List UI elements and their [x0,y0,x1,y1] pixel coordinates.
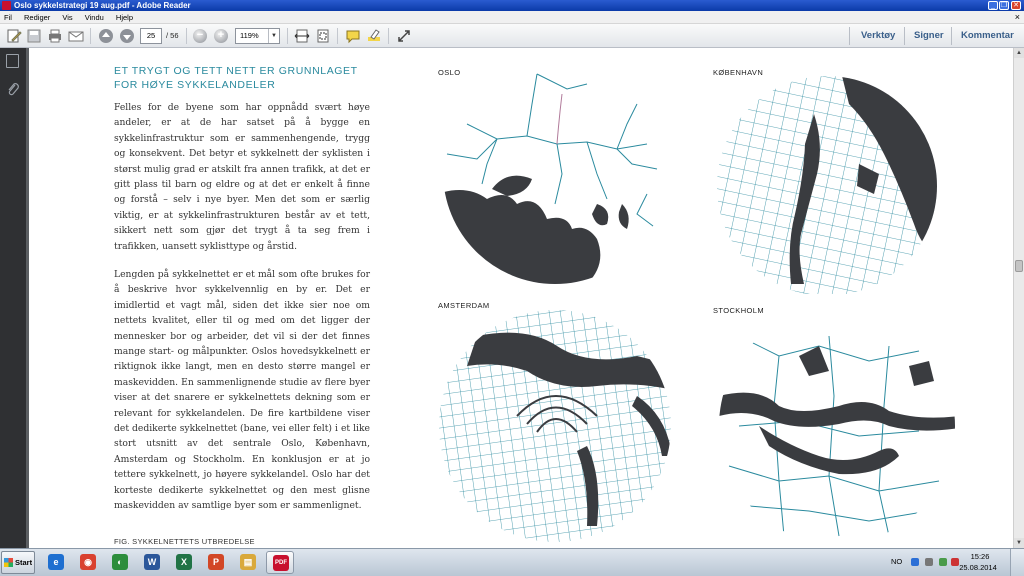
zoom-select[interactable]: 119% ▼ [235,28,280,44]
toolbar-separator [849,27,850,45]
menu-bar: Fil Rediger Vis Vindu Hjelp × [0,11,1024,24]
figure-caption: FIG. SYKKELNETTETS UTBREDELSE [114,537,255,546]
comment-button[interactable]: Kommentar [961,29,1014,43]
map-kobenhavn [717,76,937,294]
adobe-reader-icon: PDF [273,555,289,571]
page-down-icon[interactable] [119,28,135,44]
close-button[interactable]: ✕ [1011,1,1021,10]
taskbar-app-button[interactable]: ◉ [74,551,102,574]
scroll-thumb[interactable] [1015,260,1023,272]
taskbar-app-button[interactable]: PDF [266,551,294,574]
scroll-down-arrow[interactable]: ▼ [1014,538,1024,548]
word-icon: W [144,554,160,570]
taskbar-app-button[interactable]: P [202,551,230,574]
save-icon[interactable] [26,28,42,44]
internet-explorer-icon: e [48,554,64,570]
powerpoint-icon: P [208,554,224,570]
excel-icon: X [176,554,192,570]
toolbar-separator [388,28,389,44]
chrome-icon: ◉ [80,554,96,570]
menu-window[interactable]: Vindu [85,13,104,22]
toolbar-separator [904,27,905,45]
page-up-icon[interactable] [98,28,114,44]
chevron-down-icon[interactable]: ▼ [268,29,279,43]
toolbar-separator [90,28,91,44]
start-button[interactable]: Start [1,551,35,574]
clock-date[interactable]: 25.08.2014 [956,563,1000,572]
signal-icon[interactable] [939,558,947,566]
sign-button[interactable]: Signer [914,29,944,43]
fit-page-icon[interactable] [315,28,331,44]
menu-help[interactable]: Hjelp [116,13,133,22]
map-oslo [443,73,658,284]
taskbar-app-button[interactable]: e [42,551,70,574]
tools-button[interactable]: Verktøy [861,29,895,43]
system-tray: NO 15:26 25.08.2014 [889,549,1024,576]
taskbar-app-button[interactable]: ▤ [234,551,262,574]
body-paragraph-2: Lengden på sykkelnettet er et mål som of… [114,269,370,512]
network-icon[interactable] [911,558,919,566]
map-label-stockholm: STOCKHOLM [713,306,764,315]
comment-icon[interactable] [345,28,361,44]
scroll-up-arrow[interactable]: ▲ [1014,48,1024,58]
page-total: / 56 [166,31,179,40]
vertical-scrollbar[interactable]: ▲ ▼ [1013,48,1024,548]
zoom-in-icon: + [217,29,225,41]
fullscreen-icon[interactable] [396,28,412,44]
body-paragraph-1: Felles for de byene som har oppnådd svær… [114,102,370,252]
toolbar-separator [186,28,187,44]
menu-file[interactable]: Fil [4,13,12,22]
zoom-in-button[interactable]: + [214,29,228,43]
fit-width-icon[interactable] [294,28,310,44]
taskbar-app-button[interactable]: X [170,551,198,574]
toolbar-separator [337,28,338,44]
window-title: Oslo sykkelstrategi 19 aug.pdf - Adobe R… [14,1,191,10]
clock-time[interactable]: 15:26 [960,552,1000,561]
start-label: Start [15,558,33,567]
zoom-out-button[interactable]: − [193,29,207,43]
email-icon[interactable] [68,28,84,44]
document-area[interactable]: ET TRYGT OG TETT NETT ER GRUNNLAGET FOR … [26,48,1013,548]
section-heading: ET TRYGT OG TETT NETT ER GRUNNLAGET FOR … [114,65,358,91]
toolbar-separator [287,28,288,44]
minimize-button[interactable]: _ [988,1,998,10]
print-icon[interactable] [47,28,63,44]
window-title-bar: Oslo sykkelstrategi 19 aug.pdf - Adobe R… [0,0,1024,11]
attachments-icon[interactable] [6,82,20,96]
menu-view[interactable]: Vis [62,13,72,22]
toolbar-separator [951,27,952,45]
printer-tray-icon[interactable] [925,558,933,566]
highlight-icon[interactable] [366,28,382,44]
map-stockholm [719,335,955,537]
restore-button[interactable]: ❐ [999,1,1009,10]
close-document-button[interactable]: × [1015,11,1020,24]
firefox-icon: ◐ [112,554,128,570]
navigation-pane [0,48,26,548]
adobe-reader-app-icon [2,1,11,10]
show-desktop-button[interactable] [1010,549,1024,576]
toolbar: 25 / 56 − + 119% ▼ Verktøy Signer Komment… [0,24,1024,48]
pdf-page: ET TRYGT OG TETT NETT ER GRUNNLAGET FOR … [29,48,1013,548]
explorer-icon: ▤ [240,554,256,570]
taskbar-app-button[interactable]: ◐ [106,551,134,574]
page-number-input[interactable]: 25 [140,28,162,44]
taskbar-app-button[interactable]: W [138,551,166,574]
taskbar: Start e ◉ ◐ W X P ▤ PDF NO 15:26 25.08.2014 [0,548,1024,576]
windows-logo-icon [4,558,13,567]
pages-panel-icon[interactable] [6,54,19,68]
create-icon[interactable] [6,28,22,44]
zoom-value: 119% [240,31,259,40]
map-amsterdam [439,310,671,542]
zoom-out-icon: − [196,29,204,41]
language-indicator[interactable]: NO [891,557,902,566]
menu-edit[interactable]: Rediger [24,13,50,22]
